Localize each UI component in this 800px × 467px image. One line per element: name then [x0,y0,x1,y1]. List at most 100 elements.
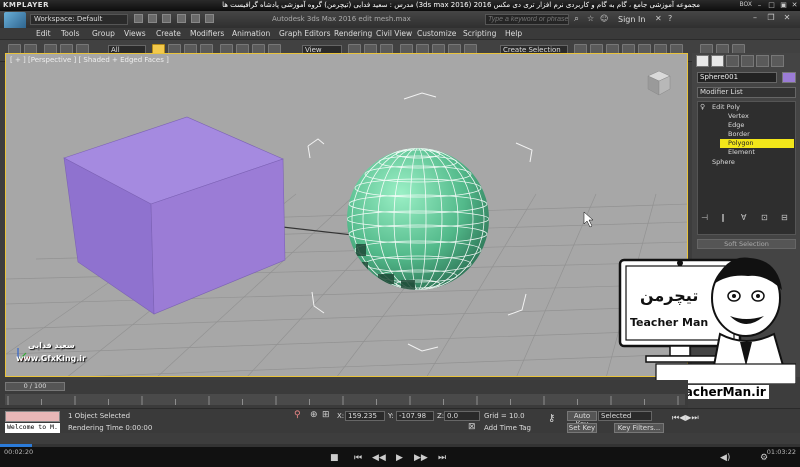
y-coordinate-field[interactable]: -107.98 [396,411,434,421]
player-maximize-icon[interactable]: □ [767,1,776,9]
search-input[interactable] [485,14,569,25]
restore-icon[interactable]: ❐ [765,13,777,24]
binoculars-icon[interactable]: ⌕ [574,14,579,24]
open-file-icon[interactable] [148,14,158,23]
x-coordinate-field[interactable]: 159.235 [345,411,385,421]
sphere-object[interactable] [347,148,489,290]
time-tag-icon[interactable]: ⊠ [468,422,476,432]
perspective-viewport[interactable]: [ + ] [Perspective ] [ Shaded + Edged Fa… [5,53,688,377]
display-tab-icon[interactable] [756,55,769,67]
next-icon[interactable]: ⏭ [438,453,446,463]
stop-icon[interactable]: ■ [330,453,339,463]
exchange-icon[interactable]: ✕ [655,14,662,23]
motion-tab-icon[interactable] [741,55,754,67]
player-controls: 00:02:20 01:03:22 ■ ⏮ ◀◀ ▶ ▶▶ ⏭ ◀) ⚙ [0,444,800,467]
close-icon[interactable]: ✕ [781,13,793,24]
object-name-field[interactable]: Sphere001 [697,72,777,83]
help-icon[interactable]: ? [668,14,672,23]
isolate-selection-icon[interactable]: ⚲ [294,410,301,420]
auto-key-button[interactable]: Auto Key [567,411,597,428]
status-bar: Welcome to M. 1 Object Selected Renderin… [0,408,800,433]
make-unique-icon[interactable]: ∀ [741,213,746,222]
sign-in-button[interactable]: Sign In [618,15,645,24]
modifier-list-dropdown[interactable]: Modifier List [697,87,796,98]
minimize-icon[interactable]: – [749,13,761,24]
stack-item-sphere[interactable]: Sphere [712,158,792,167]
absolute-mode-icon[interactable]: ⊞ [322,410,330,420]
key-mode-dropdown[interactable]: Selected [598,411,652,421]
object-color-swatch[interactable] [782,72,796,83]
menu-bar: Edit Tools Group Views Create Modifiers … [0,28,800,40]
player-fullscreen-icon[interactable]: ▣ [779,1,788,9]
time-slider[interactable]: 0 / 100 [5,382,65,391]
author-watermark: سعید فدایی [28,341,75,350]
box-button[interactable]: BOX [740,1,752,8]
menu-group[interactable]: Group [92,29,115,38]
set-key-button[interactable]: Set Key [567,423,597,433]
menu-help[interactable]: Help [505,29,522,38]
previous-icon[interactable]: ⏮ [354,453,362,463]
menu-scripting[interactable]: Scripting [463,29,496,38]
kmplayer-logo[interactable]: KMPLAYER [3,1,49,9]
configure-sets-icon[interactable]: ⊟ [781,213,788,222]
pin-stack-icon[interactable]: ⊣ [701,213,708,222]
menu-graph-editors[interactable]: Graph Editors [279,29,331,38]
menu-modifiers[interactable]: Modifiers [190,29,224,38]
menu-tools[interactable]: Tools [61,29,79,38]
redo-icon[interactable] [190,14,200,23]
track-bar[interactable] [5,394,685,405]
max-title-bar: MAX Workspace: Default Autodesk 3ds Max … [0,11,800,39]
maxscript-listener[interactable] [5,411,60,422]
y-label: Y: [388,412,394,420]
create-tab-icon[interactable] [696,55,709,67]
modify-tab-icon[interactable] [711,55,724,67]
key-filters-button[interactable]: Key Filters... [614,423,664,433]
user-icon[interactable]: ☺ [600,14,608,23]
settings-icon[interactable]: ⚙ [760,453,768,463]
z-coordinate-field[interactable]: 0.0 [444,411,480,421]
stack-item-element[interactable]: Element [728,148,794,157]
menu-animation[interactable]: Animation [232,29,270,38]
remove-modifier-icon[interactable]: ⊡ [761,213,768,222]
stack-item-polygon[interactable]: Polygon [720,139,794,148]
save-file-icon[interactable] [162,14,172,23]
hierarchy-tab-icon[interactable] [726,55,739,67]
box-object[interactable] [63,116,286,315]
rewind-icon[interactable]: ◀◀ [372,453,386,463]
project-folder-icon[interactable] [205,14,215,23]
scene-canvas [6,92,687,376]
selection-lock-icon[interactable]: ⊕ [310,410,318,420]
player-close-icon[interactable]: ✕ [790,1,799,9]
time-total: 01:03:22 [766,448,796,456]
menu-edit[interactable]: Edit [36,29,51,38]
seek-bar[interactable] [0,444,800,447]
stack-item-vertex[interactable]: Vertex [728,112,794,121]
star-icon[interactable]: ☆ [587,14,594,23]
volume-icon[interactable]: ◀) [720,453,730,463]
player-title-bar: KMPLAYER مجموعه آموزشی جامع ، گام به گام… [0,0,800,11]
menu-create[interactable]: Create [156,29,181,38]
forward-icon[interactable]: ▶▶ [414,453,428,463]
menu-civil-view[interactable]: Civil View [376,29,412,38]
utilities-tab-icon[interactable] [771,55,784,67]
undo-icon[interactable] [176,14,186,23]
show-end-result-icon[interactable]: ∥ [721,213,725,222]
set-key-icon[interactable]: ⚷ [548,413,555,424]
menu-rendering[interactable]: Rendering [334,29,372,38]
add-time-tag[interactable]: Add Time Tag [484,424,531,432]
maxscript-mini-listener[interactable]: Welcome to M. [5,423,60,433]
playback-controls-icon[interactable]: ⏮◀▶⏭ [672,413,699,423]
rendering-time: Rendering Time 0:00:00 [68,424,153,432]
play-icon[interactable]: ▶ [396,453,403,463]
menu-customize[interactable]: Customize [417,29,456,38]
new-file-icon[interactable] [134,14,143,23]
viewcube[interactable] [644,68,674,100]
stack-item-edge[interactable]: Edge [728,121,794,130]
player-minimize-icon[interactable]: – [755,1,764,9]
lightbulb-icon[interactable]: ♀ [700,103,705,111]
stack-item-border[interactable]: Border [728,130,794,139]
workspace-dropdown[interactable]: Workspace: Default [30,14,128,25]
viewport-label[interactable]: [ + ] [Perspective ] [ Shaded + Edged Fa… [10,56,169,64]
stack-item-edit-poly[interactable]: Edit Poly [712,103,792,112]
menu-views[interactable]: Views [124,29,146,38]
